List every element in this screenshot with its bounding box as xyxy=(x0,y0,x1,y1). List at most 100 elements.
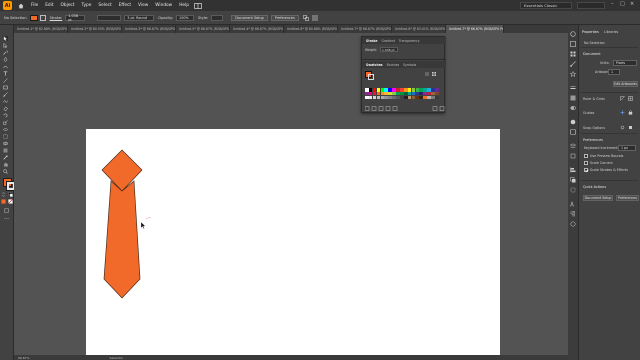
document-setup-button[interactable]: Document Setup xyxy=(231,14,268,21)
grid-toggle-icon[interactable] xyxy=(628,96,633,101)
menu-effect[interactable]: Effect xyxy=(119,3,131,8)
menu-view[interactable]: View xyxy=(138,3,148,8)
tab-untitled-3[interactable]: Untitled-3* @ 66.67% (RGB/GPU Preview) xyxy=(122,25,176,33)
free-transform-tool-icon[interactable] xyxy=(3,134,8,139)
tab-untitled-4[interactable]: Untitled-4* @ 66.67% (RGB/GPU Preview) xyxy=(230,25,284,33)
shaper-tool-icon[interactable] xyxy=(3,99,8,104)
guides-toggle-icon[interactable] xyxy=(620,110,625,115)
stroke-label[interactable]: Stroke: xyxy=(50,16,63,20)
hand-tool-icon[interactable] xyxy=(3,162,8,167)
opacity-field[interactable]: 100% xyxy=(176,14,195,21)
line-segment-tool-icon[interactable] xyxy=(3,78,8,83)
scale-strokes-effects-checkbox[interactable] xyxy=(584,168,588,172)
lock-guides-icon[interactable] xyxy=(628,110,633,115)
curvature-tool-icon[interactable] xyxy=(3,64,8,69)
width-tool-icon[interactable] xyxy=(3,127,8,132)
screen-mode-icon[interactable] xyxy=(4,208,9,213)
brush-definition[interactable]: 3 pt. Round xyxy=(124,14,155,21)
paragraph-panel-icon[interactable] xyxy=(570,211,576,217)
tab-libraries[interactable]: Libraries xyxy=(604,30,618,34)
rotate-tool-icon[interactable] xyxy=(3,113,8,118)
necktie-shape[interactable] xyxy=(14,33,568,360)
swatches-footer-icons[interactable] xyxy=(365,106,445,111)
snap-to-point-icon[interactable] xyxy=(620,125,625,130)
menu-type[interactable]: Type xyxy=(82,3,92,8)
stroke-color-swatch[interactable] xyxy=(39,14,46,21)
shape-builder-tool-icon[interactable] xyxy=(3,141,8,146)
tab-untitled-8[interactable]: Untitled-8* @ 63.01% (RGB/GPU Preview) xyxy=(392,25,446,33)
tab-untitled-1[interactable]: Untitled-1* @ 82.68% (RGB/GPU Preview) xyxy=(14,25,68,33)
scale-corners-checkbox[interactable] xyxy=(584,161,588,165)
swap-fill-stroke-icon[interactable] xyxy=(1,192,6,197)
rectangle-tool-icon[interactable] xyxy=(3,85,8,90)
opentype-panel-icon[interactable] xyxy=(570,221,576,227)
default-colors-icon[interactable] xyxy=(8,192,13,197)
close-icon[interactable]: × xyxy=(630,1,634,7)
search-input[interactable] xyxy=(577,2,605,9)
pathfinder-panel-icon[interactable] xyxy=(570,177,576,183)
tab-transparency[interactable]: Transparency xyxy=(399,39,420,43)
color-mode-icon[interactable] xyxy=(1,199,6,204)
tab-brushes[interactable]: Brushes xyxy=(387,63,399,67)
symbols-panel-icon[interactable] xyxy=(570,71,576,77)
fill-color-swatch[interactable] xyxy=(29,14,38,21)
arrange-icon[interactable] xyxy=(302,14,309,21)
menu-edit[interactable]: Edit xyxy=(45,3,53,8)
brushes-panel-icon[interactable] xyxy=(570,61,576,67)
list-view-icon[interactable] xyxy=(425,72,429,76)
units-dropdown[interactable]: Pixels xyxy=(613,60,637,66)
tab-symbols[interactable]: Symbols xyxy=(403,63,416,67)
menu-window[interactable]: Window xyxy=(155,3,172,8)
tab-swatches[interactable]: Swatches xyxy=(366,63,383,67)
stroke-weight-field[interactable]: 1.038 pt xyxy=(65,14,86,22)
scale-tool-icon[interactable] xyxy=(3,120,8,125)
transform-panel-icon[interactable] xyxy=(570,187,576,193)
graphic-style-picker[interactable] xyxy=(211,14,224,21)
zoom-tool-icon[interactable] xyxy=(3,169,8,174)
edit-artboards-button[interactable]: Edit Artboards xyxy=(613,81,638,87)
variable-width-profile[interactable] xyxy=(97,14,122,21)
tab-untitled-2[interactable]: Untitled-2* @ 80.55% (RGB/GPU Preview) xyxy=(68,25,122,33)
pen-tool-icon[interactable] xyxy=(3,57,8,62)
opacity-label[interactable]: Opacity: xyxy=(158,16,173,20)
magic-wand-tool-icon[interactable] xyxy=(3,50,8,55)
type-tool-icon[interactable] xyxy=(3,71,8,76)
keyboard-increment-field[interactable]: 1 px xyxy=(618,145,636,151)
maximize-icon[interactable]: □ xyxy=(620,1,625,7)
menu-object[interactable]: Object xyxy=(61,3,75,8)
zoom-level[interactable]: 66.67% xyxy=(18,356,29,360)
use-preview-bounds-checkbox[interactable] xyxy=(584,154,588,158)
appearance-panel-icon[interactable] xyxy=(570,119,576,125)
transparency-panel-icon[interactable] xyxy=(570,105,576,111)
tab-properties[interactable]: Properties xyxy=(582,30,599,34)
current-tool-status[interactable]: Selection xyxy=(109,356,123,360)
snap-to-pixel-icon[interactable] xyxy=(628,125,633,130)
panel-menu-icon[interactable] xyxy=(311,15,318,21)
color-guide-icon[interactable] xyxy=(570,41,576,47)
menu-help[interactable]: Help xyxy=(179,3,189,8)
eyedropper-tool-icon[interactable] xyxy=(3,155,8,160)
tab-untitled-6[interactable]: Untitled-6* @ 80.68% (RGB/GPU Preview) xyxy=(284,25,338,33)
menu-select[interactable]: Select xyxy=(98,3,111,8)
canvas-area[interactable] xyxy=(14,33,568,360)
selection-tool-icon[interactable] xyxy=(3,36,8,41)
none-mode-icon[interactable] xyxy=(8,199,13,204)
eraser-tool-icon[interactable] xyxy=(3,106,8,111)
preferences-button[interactable]: Preferences xyxy=(270,14,299,21)
tab-untitled-7-active[interactable]: Untitled-7* @ 66.67% (RGB/GPU Preview) xyxy=(446,25,504,33)
minimize-icon[interactable]: – xyxy=(611,1,614,7)
grid-view-icon[interactable] xyxy=(432,72,436,76)
paintbrush-tool-icon[interactable] xyxy=(3,92,8,97)
menu-file[interactable]: File xyxy=(31,3,38,8)
arrange-documents-icon[interactable] xyxy=(194,2,202,9)
gradient-panel-icon[interactable] xyxy=(570,95,576,101)
edit-toolbar-icon[interactable] xyxy=(4,216,9,221)
gradient-tool-icon[interactable] xyxy=(3,148,8,153)
layers-panel-icon[interactable] xyxy=(570,143,576,149)
active-stroke-swatch[interactable] xyxy=(368,74,374,80)
stroke-weight-input[interactable]: 1.038 pt xyxy=(380,47,398,52)
ruler-toggle-icon[interactable] xyxy=(620,96,625,101)
artboard-dropdown[interactable]: 1 xyxy=(608,69,620,75)
graphic-styles-icon[interactable] xyxy=(570,129,576,135)
tab-gradient[interactable]: Gradient xyxy=(381,39,394,43)
